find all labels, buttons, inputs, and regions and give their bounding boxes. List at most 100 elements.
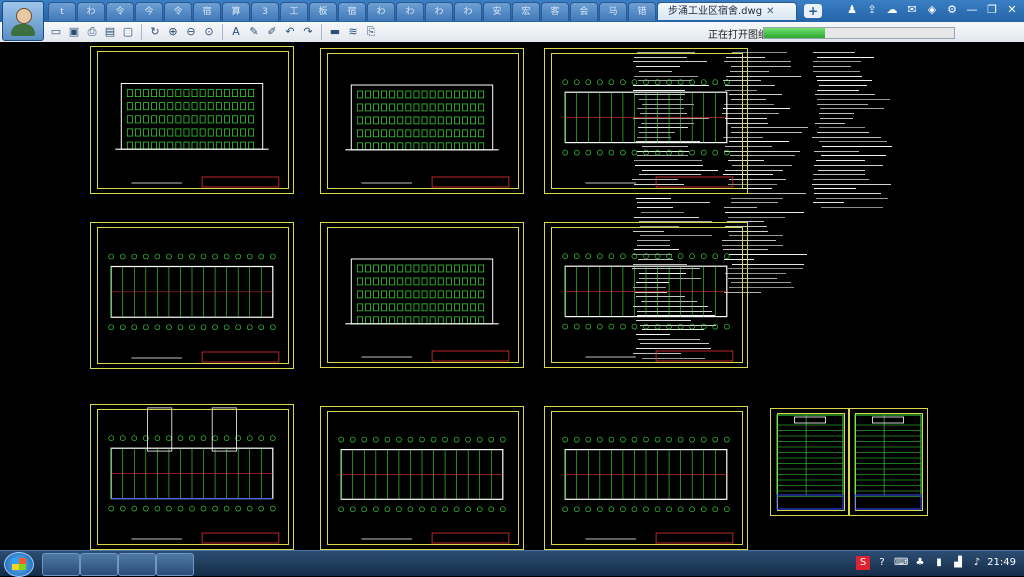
notes-text-line xyxy=(724,207,757,209)
document-tab[interactable]: 宿 xyxy=(193,2,221,21)
drawing-sheet[interactable] xyxy=(848,408,928,516)
zoom-fit-icon[interactable]: ⊙ xyxy=(201,24,217,40)
pdf-icon[interactable]: ▤ xyxy=(102,24,118,40)
qq-icon[interactable]: ♣ xyxy=(913,556,927,570)
lock-icon[interactable]: ▢ xyxy=(120,24,136,40)
document-tab[interactable]: 令 xyxy=(164,2,192,21)
progress-fill xyxy=(764,28,825,38)
pencil-icon[interactable]: ✎ xyxy=(246,24,262,40)
document-tab[interactable]: 3 xyxy=(251,2,279,21)
export-icon[interactable]: ⎘ xyxy=(363,24,379,40)
drawing-canvas[interactable] xyxy=(0,42,1024,550)
drawing-sheet[interactable] xyxy=(320,48,524,194)
user-avatar[interactable] xyxy=(2,1,44,41)
input-method-icon[interactable]: S xyxy=(856,556,870,570)
zoom-out-icon[interactable]: ⊖ xyxy=(183,24,199,40)
help-icon[interactable]: ? xyxy=(875,556,889,570)
drawing-sheet[interactable] xyxy=(544,48,748,194)
redo-icon[interactable]: ↷ xyxy=(300,24,316,40)
document-tab[interactable]: t xyxy=(48,2,76,21)
drawing-sheet[interactable] xyxy=(320,406,524,550)
notes-text-line xyxy=(816,131,870,133)
document-tab[interactable]: 宏 xyxy=(512,2,540,21)
document-tab[interactable]: わ xyxy=(425,2,453,21)
document-tab[interactable]: わ xyxy=(367,2,395,21)
markup-icon[interactable]: ✐ xyxy=(264,24,280,40)
notes-text-line xyxy=(728,216,786,218)
drawing-sheet[interactable] xyxy=(770,408,850,516)
document-tab[interactable]: 安 xyxy=(483,2,511,21)
notes-text-line xyxy=(820,207,884,209)
document-tab[interactable]: 板 xyxy=(309,2,337,21)
text-icon[interactable]: A xyxy=(228,24,244,40)
print-icon[interactable]: ⎙ xyxy=(84,24,100,40)
notes-text-line xyxy=(818,84,867,86)
notes-text-line xyxy=(813,164,884,166)
close-tab-icon[interactable]: ✕ xyxy=(766,3,780,20)
taskbar-books-button[interactable] xyxy=(118,553,156,576)
restore-button[interactable]: ❐ xyxy=(984,2,1000,18)
volume-icon[interactable]: ♪ xyxy=(970,556,984,570)
measure-icon[interactable]: ▬ xyxy=(327,24,343,40)
notes-text-line xyxy=(812,178,869,180)
document-tab[interactable]: 今 xyxy=(135,2,163,21)
notes-text-line xyxy=(814,188,857,190)
start-button[interactable] xyxy=(4,552,34,577)
minimize-button[interactable]: — xyxy=(964,2,980,18)
notes-text-line xyxy=(725,211,805,213)
document-tab[interactable]: 算 xyxy=(222,2,250,21)
open-folder-icon[interactable]: ▭ xyxy=(48,24,64,40)
taskbar-app-button[interactable] xyxy=(80,553,118,576)
taskbar-folder-button[interactable] xyxy=(42,553,80,576)
user-icon[interactable]: ♟ xyxy=(844,2,860,18)
document-tab[interactable]: 错 xyxy=(628,2,656,21)
network-icon[interactable]: ▟ xyxy=(951,556,965,570)
document-tab[interactable]: わ xyxy=(454,2,482,21)
document-tab[interactable]: 客 xyxy=(541,2,569,21)
sheet-drawing xyxy=(562,79,734,188)
document-tab[interactable]: 会 xyxy=(570,2,598,21)
toolbar-separator xyxy=(222,24,223,40)
tab-active-document[interactable]: 步涌工业区宿舍.dwg ✕ xyxy=(657,2,797,20)
drawing-sheet[interactable] xyxy=(90,46,294,194)
windows-logo-icon xyxy=(12,558,26,570)
drawing-sheet[interactable] xyxy=(544,222,748,368)
undo-icon[interactable]: ↶ xyxy=(282,24,298,40)
cloud-icon[interactable]: ☁ xyxy=(884,2,900,18)
document-tab[interactable]: わ xyxy=(396,2,424,21)
new-tab-button[interactable]: + xyxy=(804,4,822,18)
rotate-icon[interactable]: ↻ xyxy=(147,24,163,40)
window-controls: ♟ ⇪ ☁ ✉ ◈ ⚙ — ❐ ✕ xyxy=(844,2,1020,18)
notes-text-line xyxy=(817,169,866,171)
taskbar-clock[interactable]: 21:49 xyxy=(987,557,1016,568)
tshirt-icon[interactable]: ◈ xyxy=(924,2,940,18)
avatar-head xyxy=(16,8,32,24)
drawing-sheet[interactable] xyxy=(90,222,294,369)
battery-icon[interactable]: ▮ xyxy=(932,556,946,570)
share-icon[interactable]: ⇪ xyxy=(864,2,880,18)
document-tab[interactable]: 令 xyxy=(106,2,134,21)
sheet-drawing xyxy=(562,253,734,362)
keyboard-icon[interactable]: ⌨ xyxy=(894,556,908,570)
drawing-sheet[interactable] xyxy=(544,406,748,550)
taskbar-viewer-button[interactable] xyxy=(156,553,194,576)
sheet-drawing xyxy=(115,83,280,188)
document-tab[interactable]: 工 xyxy=(280,2,308,21)
notes-text-line xyxy=(636,197,671,199)
notes-text-line xyxy=(633,216,699,218)
drawing-sheet[interactable] xyxy=(320,222,524,368)
notes-text-line xyxy=(814,94,876,96)
document-tab[interactable]: 宿 xyxy=(338,2,366,21)
zoom-in-icon[interactable]: ⊕ xyxy=(165,24,181,40)
layers-icon[interactable]: ≋ xyxy=(345,24,361,40)
save-icon[interactable]: ▣ xyxy=(66,24,82,40)
avatar-body xyxy=(11,24,35,36)
document-tab[interactable]: わ xyxy=(77,2,105,21)
close-button[interactable]: ✕ xyxy=(1004,2,1020,18)
notes-text-line xyxy=(814,122,845,124)
notes-text-line xyxy=(814,150,860,152)
document-tab[interactable]: 马 xyxy=(599,2,627,21)
chat-icon[interactable]: ✉ xyxy=(904,2,920,18)
drawing-sheet[interactable] xyxy=(90,404,294,550)
settings-icon[interactable]: ⚙ xyxy=(944,2,960,18)
